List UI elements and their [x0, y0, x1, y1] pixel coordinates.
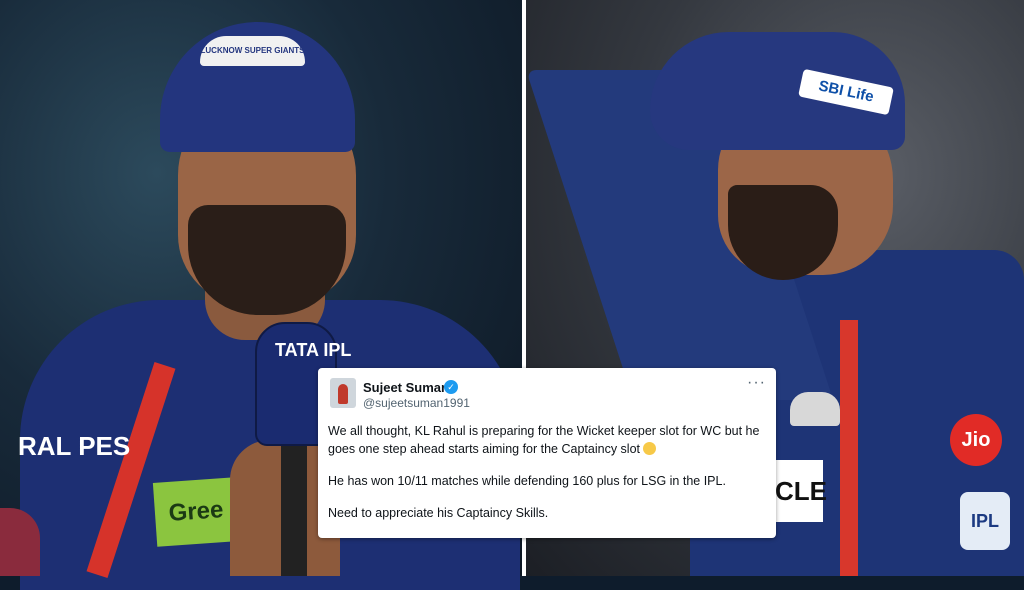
tweet-text: We all thought, KL Rahul is preparing fo… — [328, 422, 768, 536]
lsg-jersey-logo — [790, 392, 840, 426]
tweet-paragraph: We all thought, KL Rahul is preparing fo… — [328, 424, 760, 456]
lsg-cap-logo: LUCKNOW SUPER GIANTS — [200, 36, 305, 66]
microphone-logo: TATA IPL — [275, 340, 352, 360]
jio-logo: Jio — [950, 414, 1002, 466]
jersey-stripe-right — [840, 320, 858, 576]
tweet-paragraph: He has won 10/11 matches while defending… — [328, 474, 726, 488]
sponsor-patch: Gree — [152, 477, 240, 547]
verified-badge-icon: ✓ — [444, 380, 458, 394]
author-handle[interactable]: @sujeetsuman1991 — [363, 396, 470, 410]
tweet-card[interactable]: Sujeet Suman ✓ @sujeetsuman1991 ··· We a… — [318, 368, 776, 538]
sponsor-logo-partial: CLE — [775, 460, 827, 522]
author-name[interactable]: Sujeet Suman — [363, 380, 449, 395]
microphone-handle — [281, 440, 307, 576]
laughing-emoji-icon — [643, 442, 656, 455]
more-options-icon[interactable]: ··· — [747, 374, 766, 392]
tweet-paragraph: Need to appreciate his Captaincy Skills. — [328, 506, 549, 520]
ipl-badge: IPL — [960, 492, 1010, 550]
jersey-text: RAL PES — [18, 431, 131, 461]
author-avatar[interactable] — [330, 378, 356, 408]
